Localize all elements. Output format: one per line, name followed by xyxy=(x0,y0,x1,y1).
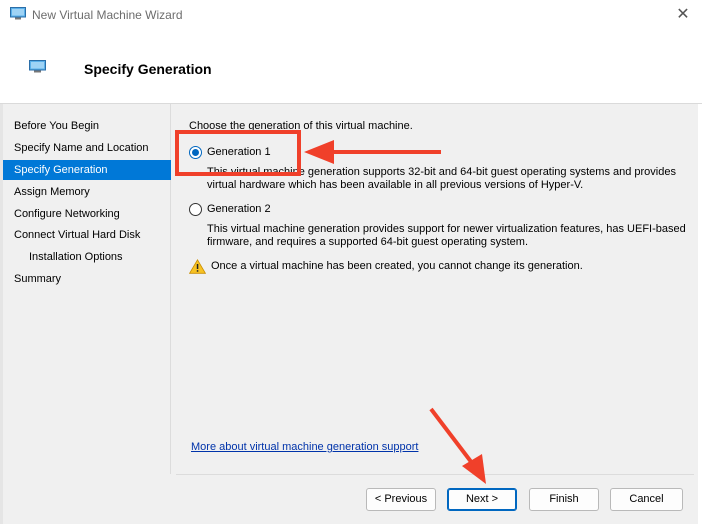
nav-step-before-you-begin[interactable]: Before You Begin xyxy=(3,116,171,136)
button-bar-divider xyxy=(176,474,694,475)
generation-2-description: This virtual machine generation provides… xyxy=(207,223,686,248)
vm-monitor-icon xyxy=(29,60,46,73)
window-title: New Virtual Machine Wizard xyxy=(32,8,183,22)
nav-step-installation-options[interactable]: Installation Options xyxy=(3,247,171,267)
annotation-highlight-box xyxy=(175,130,301,176)
nav-step-specify-generation[interactable]: Specify Generation xyxy=(3,160,171,180)
close-button[interactable]: ✕ xyxy=(668,2,698,28)
previous-button[interactable]: < Previous xyxy=(366,488,436,511)
cancel-button[interactable]: Cancel xyxy=(610,488,683,511)
generation-2-option[interactable]: Generation 2 xyxy=(189,202,309,218)
title-bar: New Virtual Machine Wizard ✕ xyxy=(0,0,702,30)
finish-button[interactable]: Finish xyxy=(529,488,599,511)
nav-step-connect-disk[interactable]: Connect Virtual Hard Disk xyxy=(3,225,171,245)
close-icon: ✕ xyxy=(676,6,690,23)
page-title: Specify Generation xyxy=(84,61,212,77)
nav-step-specify-name[interactable]: Specify Name and Location xyxy=(3,138,171,158)
generation-2-radio[interactable] xyxy=(189,203,202,216)
wizard-step-list: Before You Begin Specify Name and Locati… xyxy=(3,104,171,524)
generation-2-label[interactable]: Generation 2 xyxy=(207,203,271,215)
vm-monitor-icon xyxy=(10,7,26,20)
nav-step-summary[interactable]: Summary xyxy=(3,269,171,289)
wizard-header: Specify Generation xyxy=(0,30,702,103)
more-info-link[interactable]: More about virtual machine generation su… xyxy=(191,441,418,453)
nav-step-assign-memory[interactable]: Assign Memory xyxy=(3,182,171,202)
warning-icon xyxy=(189,259,206,274)
nav-step-configure-networking[interactable]: Configure Networking xyxy=(3,204,171,224)
warning-text: Once a virtual machine has been created,… xyxy=(211,260,583,272)
next-button[interactable]: Next > xyxy=(447,488,517,511)
